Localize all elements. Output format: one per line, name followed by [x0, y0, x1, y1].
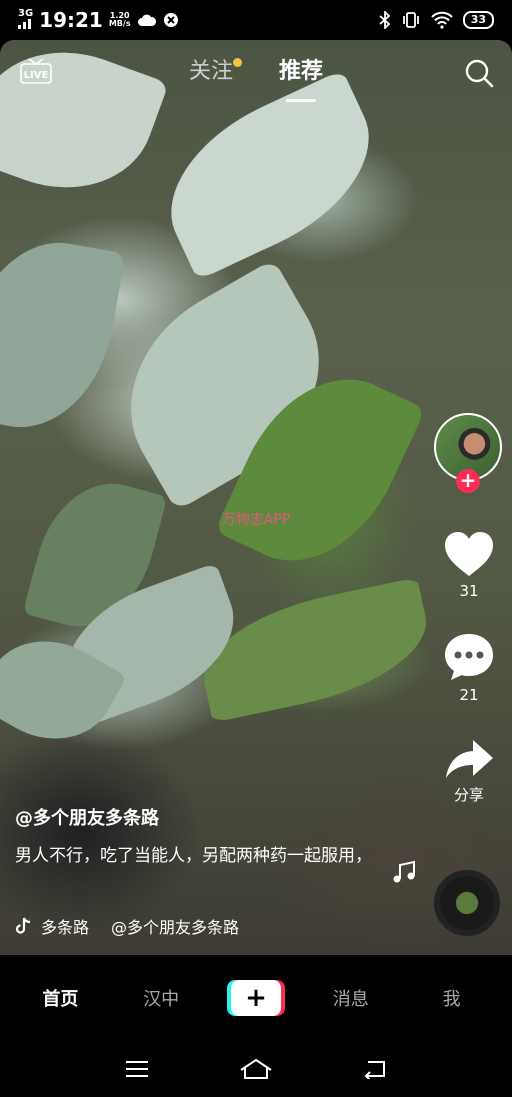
bluetooth-icon	[379, 11, 390, 29]
music-title: 多条路	[41, 918, 90, 937]
share-arrow-icon	[446, 740, 493, 778]
music-info[interactable]: 多条路 @多个朋友多条路	[15, 914, 275, 938]
feed-tabs: 关注 推荐	[0, 56, 512, 102]
post-caption[interactable]: 男人不行，吃了当能人，另配两种药一起服用，	[15, 842, 375, 870]
wifi-icon	[430, 11, 453, 29]
follow-button[interactable]: +	[456, 469, 480, 493]
comment-button[interactable]: 21	[439, 632, 499, 704]
menu-icon[interactable]	[124, 1059, 150, 1079]
create-button[interactable]: +	[226, 979, 285, 1016]
active-tab-indicator	[286, 99, 316, 102]
leaf-shape	[142, 69, 398, 281]
notification-dot	[233, 58, 242, 67]
back-icon[interactable]	[362, 1059, 388, 1079]
search-icon[interactable]	[464, 58, 494, 88]
signal-indicator: 3G	[18, 8, 33, 32]
nav-home[interactable]: 首页	[25, 985, 95, 1011]
like-count: 31	[459, 582, 479, 600]
author-name[interactable]: @多个朋友多条路	[15, 804, 159, 830]
home-icon[interactable]	[239, 1058, 273, 1080]
tiktok-note-icon	[15, 917, 31, 934]
nav-me[interactable]: 我	[417, 985, 487, 1011]
nav-city[interactable]: 汉中	[126, 985, 196, 1011]
comment-count: 21	[459, 686, 479, 704]
vibrate-icon	[402, 12, 419, 28]
like-button[interactable]: 31	[439, 530, 499, 600]
cloud-icon	[137, 14, 156, 26]
share-button[interactable]: 分享	[439, 738, 499, 805]
blocked-notification-icon	[163, 13, 178, 27]
tab-following[interactable]: 关注	[189, 56, 242, 96]
status-bar: 3G 19:21 1.20 MB/s 33	[0, 0, 512, 40]
music-author: @多个朋友多条路	[111, 918, 240, 937]
battery-indicator: 33	[462, 11, 494, 29]
nav-messages[interactable]: 消息	[316, 985, 386, 1011]
clock: 19:21	[39, 8, 103, 32]
watermark-text: 万物志APP	[221, 512, 291, 528]
music-disc[interactable]	[434, 870, 500, 936]
leaf-shape	[0, 229, 126, 441]
music-note-icon	[393, 860, 415, 883]
bottom-nav: 首页 汉中 + 消息 我	[0, 955, 512, 1040]
share-label: 分享	[453, 786, 484, 804]
network-speed: 1.20 MB/s	[108, 11, 131, 28]
heart-icon	[445, 532, 493, 576]
comment-icon	[445, 634, 493, 680]
plus-icon: +	[230, 979, 281, 1016]
system-nav-bar	[0, 1040, 512, 1097]
tab-recommended[interactable]: 推荐	[279, 56, 323, 102]
